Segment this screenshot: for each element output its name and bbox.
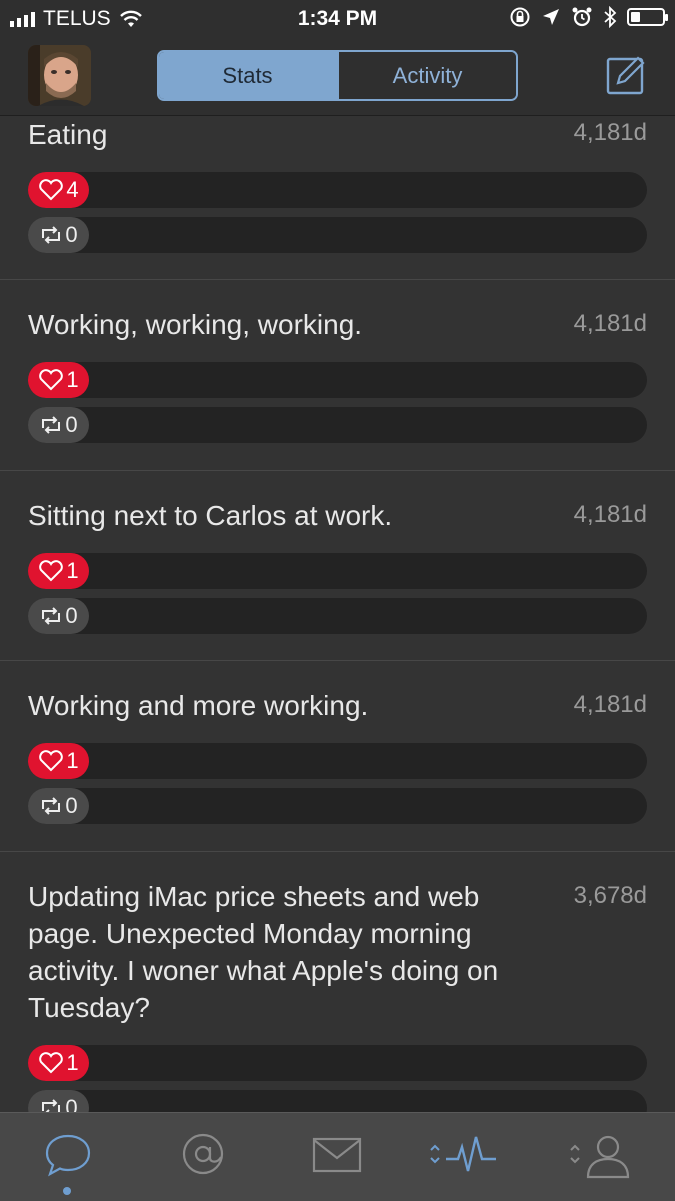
repost-icon xyxy=(42,1099,61,1112)
likes-count-pill[interactable]: 1 xyxy=(28,743,89,779)
post-item[interactable]: Working, working, working. 4,181d 1 0 xyxy=(0,280,675,471)
repost-icon xyxy=(42,607,61,625)
view-switcher: Stats Activity xyxy=(157,50,518,101)
top-bar: TELUS 1:34 PM Stats Activity xyxy=(0,0,675,116)
likes-count: 1 xyxy=(66,1050,79,1075)
likes-count-pill[interactable]: 1 xyxy=(28,1045,89,1081)
rotation-lock-icon xyxy=(510,7,530,27)
likes-count-pill[interactable]: 4 xyxy=(28,172,89,208)
tab-stats[interactable]: Stats xyxy=(159,52,338,99)
likes-count: 1 xyxy=(66,558,79,583)
heart-icon xyxy=(39,750,64,772)
post-item[interactable]: Sitting next to Carlos at work. 4,181d 1… xyxy=(0,471,675,661)
post-item[interactable]: Eating 4,181d 4 0 xyxy=(0,116,675,280)
status-bar: TELUS 1:34 PM xyxy=(0,0,675,38)
likes-bar: 1 xyxy=(28,1045,647,1081)
reposts-bar: 0 xyxy=(28,217,647,253)
reposts-count-pill[interactable]: 0 xyxy=(28,1090,89,1112)
likes-count: 1 xyxy=(66,748,79,773)
likes-bar: 1 xyxy=(28,362,647,398)
avatar[interactable] xyxy=(28,45,91,106)
reposts-count-pill[interactable]: 0 xyxy=(28,217,89,253)
reposts-count: 0 xyxy=(65,603,78,628)
tab-activity[interactable]: Activity xyxy=(338,52,516,99)
likes-bar: 1 xyxy=(28,743,647,779)
bottom-tab-bar xyxy=(0,1112,675,1201)
reposts-count: 0 xyxy=(65,1095,78,1112)
repost-icon xyxy=(42,226,61,244)
post-text: Working and more working. xyxy=(28,690,369,721)
post-text: Working, working, working. xyxy=(28,309,363,340)
reposts-count-pill[interactable]: 0 xyxy=(28,788,89,824)
likes-count-pill[interactable]: 1 xyxy=(28,553,89,589)
post-text: Eating xyxy=(28,119,108,150)
stats-feed[interactable]: Eating 4,181d 4 0 Working, working, work… xyxy=(0,116,675,1112)
post-age: 4,181d xyxy=(573,119,647,146)
post-item[interactable]: Working and more working. 4,181d 1 0 xyxy=(0,661,675,852)
likes-count-pill[interactable]: 1 xyxy=(28,362,89,398)
post-age: 4,181d xyxy=(573,310,647,337)
compose-icon[interactable] xyxy=(606,55,646,95)
post-age: 4,181d xyxy=(573,501,647,528)
heart-icon xyxy=(39,1052,64,1074)
post-age: 4,181d xyxy=(573,691,647,718)
unread-indicator xyxy=(63,1187,71,1195)
repost-icon xyxy=(42,797,61,815)
reposts-bar: 0 xyxy=(28,788,647,824)
likes-count: 1 xyxy=(66,367,79,392)
reposts-count: 0 xyxy=(65,793,78,818)
reposts-bar: 0 xyxy=(28,1090,647,1112)
reposts-bar: 0 xyxy=(28,407,647,443)
reposts-count-pill[interactable]: 0 xyxy=(28,407,89,443)
post-text: Sitting next to Carlos at work. xyxy=(28,500,393,531)
reposts-count: 0 xyxy=(65,412,78,437)
repost-icon xyxy=(42,416,61,434)
reposts-count: 0 xyxy=(65,222,78,247)
mentions-icon[interactable] xyxy=(180,1131,226,1177)
location-icon xyxy=(543,9,559,25)
heart-icon xyxy=(39,179,64,201)
likes-bar: 4 xyxy=(28,172,647,208)
profile-icon[interactable] xyxy=(568,1131,634,1181)
likes-count: 4 xyxy=(66,177,79,202)
activity-pulse-icon[interactable] xyxy=(428,1131,500,1177)
mail-icon[interactable] xyxy=(312,1137,362,1173)
post-age: 3,678d xyxy=(573,882,647,909)
post-text: Updating iMac price sheets and web page.… xyxy=(28,881,499,1023)
likes-bar: 1 xyxy=(28,553,647,589)
heart-icon xyxy=(39,369,64,391)
alarm-icon xyxy=(572,7,592,27)
chat-bubble-icon[interactable] xyxy=(44,1131,92,1179)
reposts-bar: 0 xyxy=(28,598,647,634)
post-item[interactable]: Updating iMac price sheets and web page.… xyxy=(0,852,675,1112)
battery-icon xyxy=(627,8,668,26)
reposts-count-pill[interactable]: 0 xyxy=(28,598,89,634)
heart-icon xyxy=(39,560,64,582)
bluetooth-icon xyxy=(604,6,617,28)
